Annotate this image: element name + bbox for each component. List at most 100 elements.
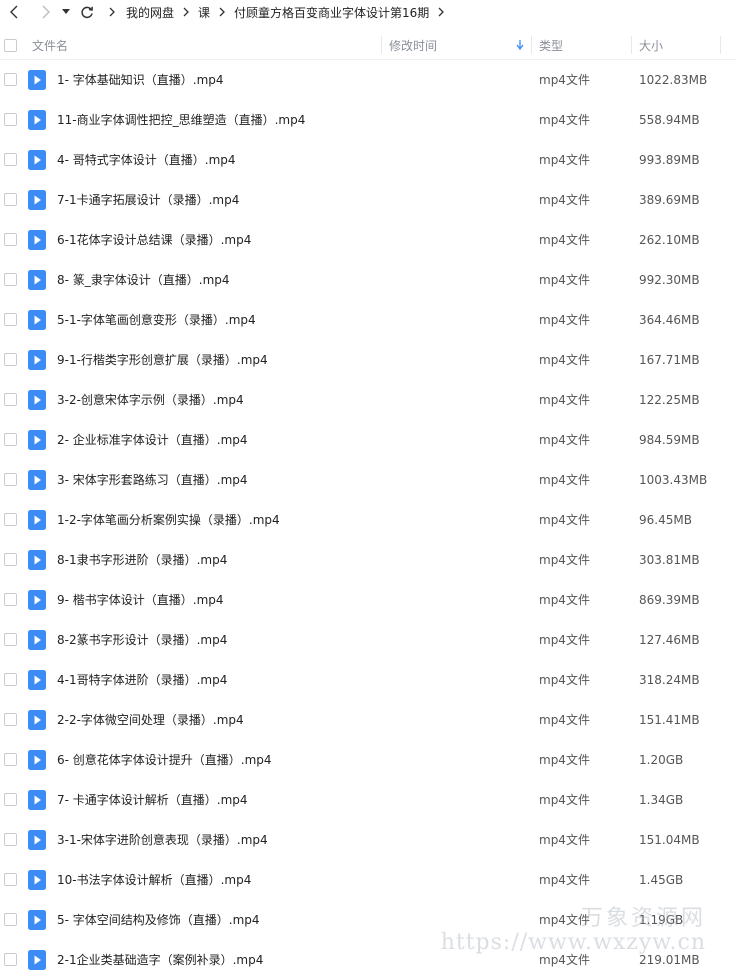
- file-row[interactable]: 2- 企业标准字体设计（直播）.mp4 mp4文件 984.59MB: [0, 420, 736, 460]
- video-file-icon: [28, 910, 46, 930]
- file-name[interactable]: 1-2-字体笔画分析案例实操（录播）.mp4: [57, 500, 280, 540]
- row-checkbox[interactable]: [4, 193, 17, 206]
- row-checkbox[interactable]: [4, 513, 17, 526]
- column-divider[interactable]: [631, 36, 632, 54]
- file-row[interactable]: 8-2篆书字形设计（录播）.mp4 mp4文件 127.46MB: [0, 620, 736, 660]
- row-checkbox[interactable]: [4, 153, 17, 166]
- file-row[interactable]: 9- 楷书字体设计（直播）.mp4 mp4文件 869.39MB: [0, 580, 736, 620]
- row-checkbox[interactable]: [4, 753, 17, 766]
- refresh-button[interactable]: [76, 1, 98, 23]
- column-header-modified[interactable]: 修改时间: [389, 30, 437, 60]
- file-size: 262.10MB: [639, 233, 700, 247]
- select-all-checkbox[interactable]: [4, 30, 17, 60]
- row-checkbox[interactable]: [4, 553, 17, 566]
- file-name[interactable]: 4-1哥特字体进阶（录播）.mp4: [57, 660, 227, 700]
- video-file-icon: [28, 790, 46, 810]
- file-row[interactable]: 1- 字体基础知识（直播）.mp4 mp4文件 1022.83MB: [0, 60, 736, 100]
- row-checkbox[interactable]: [4, 873, 17, 886]
- file-name[interactable]: 7-1卡通字拓展设计（录播）.mp4: [57, 180, 239, 220]
- history-dropdown-button[interactable]: [58, 1, 74, 23]
- row-checkbox[interactable]: [4, 433, 17, 446]
- file-size: 96.45MB: [639, 513, 692, 527]
- column-header-type[interactable]: 类型: [539, 30, 563, 60]
- row-checkbox[interactable]: [4, 113, 17, 126]
- file-row[interactable]: 8- 篆_隶字体设计（直播）.mp4 mp4文件 992.30MB: [0, 260, 736, 300]
- file-row[interactable]: 10-书法字体设计解析（直播）.mp4 mp4文件 1.45GB: [0, 860, 736, 900]
- video-file-icon: [28, 950, 46, 970]
- sort-descending-icon[interactable]: [516, 30, 524, 60]
- row-checkbox[interactable]: [4, 233, 17, 246]
- column-divider[interactable]: [531, 36, 532, 54]
- file-name[interactable]: 6- 创意花体字体设计提升（直播）.mp4: [57, 740, 272, 780]
- file-name[interactable]: 10-书法字体设计解析（直播）.mp4: [57, 860, 251, 900]
- row-checkbox[interactable]: [4, 593, 17, 606]
- watermark-url: https://www.wxzyw.cn: [440, 930, 706, 955]
- back-button[interactable]: [4, 1, 26, 23]
- file-row[interactable]: 6-1花体字设计总结课（录播）.mp4 mp4文件 262.10MB: [0, 220, 736, 260]
- file-name[interactable]: 9- 楷书字体设计（直播）.mp4: [57, 580, 224, 620]
- watermark-title: 万象资源网: [580, 906, 706, 931]
- file-row[interactable]: 4- 哥特式字体设计（直播）.mp4 mp4文件 993.89MB: [0, 140, 736, 180]
- file-type: mp4文件: [539, 873, 590, 887]
- row-checkbox[interactable]: [4, 953, 17, 966]
- row-checkbox[interactable]: [4, 73, 17, 86]
- file-name[interactable]: 8-1隶书字形进阶（录播）.mp4: [57, 540, 227, 580]
- file-name[interactable]: 2- 企业标准字体设计（直播）.mp4: [57, 420, 248, 460]
- file-row[interactable]: 4-1哥特字体进阶（录播）.mp4 mp4文件 318.24MB: [0, 660, 736, 700]
- breadcrumb-item[interactable]: 课: [198, 4, 210, 21]
- column-divider[interactable]: [720, 36, 721, 54]
- forward-button[interactable]: [34, 1, 56, 23]
- file-name[interactable]: 8- 篆_隶字体设计（直播）.mp4: [57, 260, 230, 300]
- file-name[interactable]: 5- 字体空间结构及修饰（直播）.mp4: [57, 900, 260, 940]
- row-checkbox[interactable]: [4, 633, 17, 646]
- file-row[interactable]: 3- 宋体字形套路练习（直播）.mp4 mp4文件 1003.43MB: [0, 460, 736, 500]
- file-name[interactable]: 1- 字体基础知识（直播）.mp4: [57, 60, 224, 100]
- file-row[interactable]: 1-2-字体笔画分析案例实操（录播）.mp4 mp4文件 96.45MB: [0, 500, 736, 540]
- file-row[interactable]: 2-2-字体微空间处理（录播）.mp4 mp4文件 151.41MB: [0, 700, 736, 740]
- file-row[interactable]: 7- 卡通字体设计解析（直播）.mp4 mp4文件 1.34GB: [0, 780, 736, 820]
- file-type: mp4文件: [539, 233, 590, 247]
- row-checkbox[interactable]: [4, 913, 17, 926]
- column-header-size[interactable]: 大小: [639, 30, 663, 60]
- file-row[interactable]: 3-1-宋体字进阶创意表现（录播）.mp4 mp4文件 151.04MB: [0, 820, 736, 860]
- file-name[interactable]: 4- 哥特式字体设计（直播）.mp4: [57, 140, 236, 180]
- file-size: 1.34GB: [639, 793, 684, 807]
- file-name[interactable]: 2-2-字体微空间处理（录播）.mp4: [57, 700, 244, 740]
- file-name[interactable]: 11-商业字体调性把控_思维塑造（直播）.mp4: [57, 100, 305, 140]
- file-row[interactable]: 11-商业字体调性把控_思维塑造（直播）.mp4 mp4文件 558.94MB: [0, 100, 736, 140]
- column-divider[interactable]: [381, 36, 382, 54]
- file-row[interactable]: 6- 创意花体字体设计提升（直播）.mp4 mp4文件 1.20GB: [0, 740, 736, 780]
- file-row[interactable]: 5-1-字体笔画创意变形（录播）.mp4 mp4文件 364.46MB: [0, 300, 736, 340]
- file-name[interactable]: 5-1-字体笔画创意变形（录播）.mp4: [57, 300, 256, 340]
- breadcrumb-item[interactable]: 我的网盘: [126, 4, 174, 21]
- file-size: 558.94MB: [639, 113, 700, 127]
- breadcrumb-separator-icon: [437, 7, 445, 17]
- row-checkbox[interactable]: [4, 473, 17, 486]
- file-name[interactable]: 3-1-宋体字进阶创意表现（录播）.mp4: [57, 820, 268, 860]
- select-all-checkbox-box[interactable]: [4, 38, 17, 52]
- file-name[interactable]: 7- 卡通字体设计解析（直播）.mp4: [57, 780, 248, 820]
- column-header-name[interactable]: 文件名: [32, 30, 68, 60]
- file-name[interactable]: 3-2-创意宋体字示例（录播）.mp4: [57, 380, 244, 420]
- file-name[interactable]: 2-1企业类基础造字（案例补录）.mp4: [57, 940, 263, 977]
- file-name[interactable]: 3- 宋体字形套路练习（直播）.mp4: [57, 460, 248, 500]
- file-type: mp4文件: [539, 593, 590, 607]
- file-name[interactable]: 9-1-行楷类字形创意扩展（录播）.mp4: [57, 340, 268, 380]
- row-checkbox[interactable]: [4, 713, 17, 726]
- row-checkbox[interactable]: [4, 353, 17, 366]
- row-checkbox[interactable]: [4, 313, 17, 326]
- row-checkbox[interactable]: [4, 833, 17, 846]
- row-checkbox[interactable]: [4, 393, 17, 406]
- row-checkbox[interactable]: [4, 273, 17, 286]
- file-row[interactable]: 7-1卡通字拓展设计（录播）.mp4 mp4文件 389.69MB: [0, 180, 736, 220]
- row-checkbox[interactable]: [4, 673, 17, 686]
- row-checkbox[interactable]: [4, 793, 17, 806]
- file-row[interactable]: 8-1隶书字形进阶（录播）.mp4 mp4文件 303.81MB: [0, 540, 736, 580]
- breadcrumb-item-current[interactable]: 付顾童方格百变商业字体设计第16期: [234, 4, 429, 21]
- video-file-icon: [28, 470, 46, 490]
- file-name[interactable]: 6-1花体字设计总结课（录播）.mp4: [57, 220, 251, 260]
- file-row[interactable]: 9-1-行楷类字形创意扩展（录播）.mp4 mp4文件 167.71MB: [0, 340, 736, 380]
- file-row[interactable]: 3-2-创意宋体字示例（录播）.mp4 mp4文件 122.25MB: [0, 380, 736, 420]
- video-file-icon: [28, 270, 46, 290]
- file-name[interactable]: 8-2篆书字形设计（录播）.mp4: [57, 620, 227, 660]
